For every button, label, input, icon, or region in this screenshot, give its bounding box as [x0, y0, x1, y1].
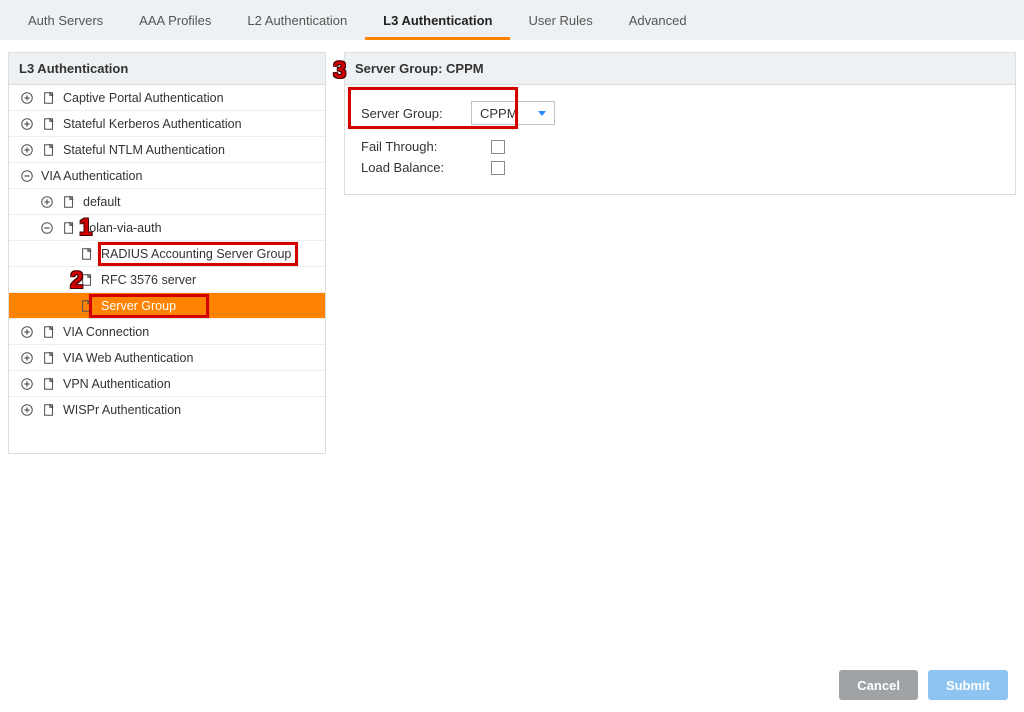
page-icon	[41, 90, 57, 106]
plus-circle-icon[interactable]	[19, 116, 35, 132]
tree-label: Server Group	[101, 299, 176, 313]
page-icon	[41, 402, 57, 418]
minus-circle-icon[interactable]	[39, 220, 55, 236]
page-icon	[79, 246, 95, 262]
right-panel-body: Server Group: CPPM Fail Through: Load Ba…	[344, 85, 1016, 195]
server-group-value: CPPM	[480, 106, 518, 121]
left-panel: L3 Authentication Captive Portal Authent…	[8, 52, 326, 454]
tree-label: default	[83, 195, 121, 209]
load-balance-checkbox[interactable]	[491, 161, 505, 175]
tree-item-wispr-auth[interactable]: WISPr Authentication	[9, 397, 325, 423]
plus-circle-icon[interactable]	[19, 142, 35, 158]
top-tabbar: Auth Servers AAA Profiles L2 Authenticat…	[0, 0, 1024, 40]
server-group-select[interactable]: CPPM	[471, 101, 555, 125]
page-icon	[41, 142, 57, 158]
load-balance-label: Load Balance:	[361, 160, 491, 175]
page-icon	[41, 350, 57, 366]
minus-circle-icon[interactable]	[19, 168, 35, 184]
tree-item-rfc-3576[interactable]: RFC 3576 server	[9, 267, 325, 293]
tree-item-radius-accounting[interactable]: RADIUS Accounting Server Group	[9, 241, 325, 267]
plus-circle-icon[interactable]	[19, 376, 35, 392]
page-icon	[61, 220, 77, 236]
tab-user-rules[interactable]: User Rules	[510, 0, 610, 40]
tab-l2-authentication[interactable]: L2 Authentication	[229, 0, 365, 40]
footer-actions: Cancel Submit	[839, 670, 1008, 700]
tree-item-flolan-via-auth[interactable]: flolan-via-auth	[9, 215, 325, 241]
chevron-down-icon	[538, 111, 546, 116]
tree-item-default[interactable]: default	[9, 189, 325, 215]
page-icon	[41, 324, 57, 340]
tree-item-vpn-auth[interactable]: VPN Authentication	[9, 371, 325, 397]
page-icon	[79, 298, 95, 314]
submit-button[interactable]: Submit	[928, 670, 1008, 700]
left-panel-title: L3 Authentication	[9, 53, 325, 85]
plus-circle-icon[interactable]	[19, 350, 35, 366]
tree-item-server-group[interactable]: Server Group	[9, 293, 325, 319]
tree-item-captive-portal[interactable]: Captive Portal Authentication	[9, 85, 325, 111]
tree-label: VIA Connection	[63, 325, 149, 339]
cancel-button[interactable]: Cancel	[839, 670, 918, 700]
page-icon	[79, 272, 95, 288]
tree-label: flolan-via-auth	[83, 221, 162, 235]
tree-item-via-authentication[interactable]: VIA Authentication	[9, 163, 325, 189]
tab-l3-authentication[interactable]: L3 Authentication	[365, 0, 510, 40]
page-icon	[41, 376, 57, 392]
tree-item-stateful-ntlm[interactable]: Stateful NTLM Authentication	[9, 137, 325, 163]
fail-through-checkbox[interactable]	[491, 140, 505, 154]
plus-circle-icon[interactable]	[19, 402, 35, 418]
page-icon	[41, 116, 57, 132]
tree-label: RFC 3576 server	[101, 273, 196, 287]
plus-circle-icon[interactable]	[19, 324, 35, 340]
tree: Captive Portal Authentication Stateful K…	[9, 85, 325, 453]
plus-circle-icon[interactable]	[19, 90, 35, 106]
tree-label: VPN Authentication	[63, 377, 171, 391]
tab-aaa-profiles[interactable]: AAA Profiles	[121, 0, 229, 40]
tree-label: WISPr Authentication	[63, 403, 181, 417]
tree-item-via-connection[interactable]: VIA Connection	[9, 319, 325, 345]
tree-item-stateful-kerberos[interactable]: Stateful Kerberos Authentication	[9, 111, 325, 137]
tree-label: Stateful NTLM Authentication	[63, 143, 225, 157]
tree-label: VIA Authentication	[41, 169, 142, 183]
fail-through-label: Fail Through:	[361, 139, 491, 154]
tree-item-via-web-auth[interactable]: VIA Web Authentication	[9, 345, 325, 371]
tree-label: Captive Portal Authentication	[63, 91, 224, 105]
right-panel-title: Server Group: CPPM	[344, 52, 1016, 85]
server-group-label: Server Group:	[361, 106, 471, 121]
tree-label: Stateful Kerberos Authentication	[63, 117, 242, 131]
tree-label: VIA Web Authentication	[63, 351, 193, 365]
plus-circle-icon[interactable]	[39, 194, 55, 210]
tree-label: RADIUS Accounting Server Group	[101, 247, 291, 261]
tab-auth-servers[interactable]: Auth Servers	[10, 0, 121, 40]
tab-advanced[interactable]: Advanced	[611, 0, 705, 40]
page-icon	[61, 194, 77, 210]
